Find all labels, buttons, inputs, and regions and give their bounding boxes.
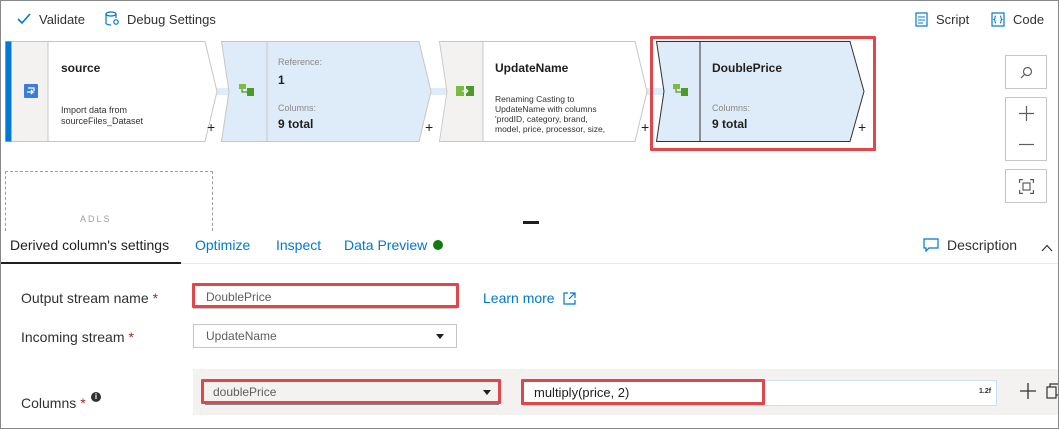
double-price-columns-value: 9 total bbox=[712, 117, 748, 131]
derived-column-icon bbox=[673, 83, 689, 97]
node-update-name[interactable]: UpdateName Renaming Casting to UpdateNam… bbox=[438, 41, 653, 142]
incoming-stream-value: UpdateName bbox=[206, 329, 277, 343]
reference-columns-label: Columns: bbox=[278, 103, 317, 113]
script-label: Script bbox=[936, 11, 970, 27]
node-source-desc-2: sourceFiles_Dataset bbox=[61, 116, 144, 126]
column-name-select[interactable]: doublePrice bbox=[205, 381, 499, 405]
fit-to-screen-button[interactable] bbox=[1005, 169, 1047, 203]
incoming-stream-select[interactable]: UpdateName bbox=[193, 324, 457, 348]
expression-type-badge: 1.2f bbox=[979, 388, 992, 395]
plus-icon bbox=[1018, 106, 1034, 121]
database-settings-icon bbox=[105, 11, 119, 26]
script-button[interactable]: Script bbox=[915, 10, 969, 28]
code-icon bbox=[991, 11, 1005, 27]
debug-settings-button[interactable]: Debug Settings bbox=[105, 10, 216, 28]
output-stream-label-text: Output stream name bbox=[21, 290, 149, 306]
columns-label: Columns * bbox=[21, 395, 86, 411]
script-icon bbox=[915, 11, 928, 27]
select-icon bbox=[456, 84, 474, 98]
zoom-out-button[interactable] bbox=[1006, 129, 1046, 160]
add-transform-button[interactable]: + bbox=[641, 119, 649, 135]
external-link-icon bbox=[562, 291, 576, 305]
node-adls-label: ADLS bbox=[80, 214, 112, 224]
expression-value: multiply(price, 2) bbox=[534, 385, 630, 400]
minus-icon bbox=[1018, 143, 1034, 146]
validate-button[interactable]: Validate bbox=[17, 10, 85, 28]
node-source[interactable]: source Import data from sourceFiles_Data… bbox=[5, 41, 223, 142]
collapse-panel-button[interactable] bbox=[1041, 239, 1053, 257]
node-double-price-title: DoublePrice bbox=[712, 61, 783, 75]
plus-icon bbox=[1020, 383, 1036, 399]
column-name-value: doublePrice bbox=[213, 385, 277, 399]
settings-tabs: Derived column's settings Optimize Inspe… bbox=[1, 224, 1058, 264]
description-label: Description bbox=[947, 237, 1018, 253]
description-button[interactable]: Description bbox=[923, 237, 1017, 253]
checkmark-icon bbox=[17, 13, 31, 25]
toolbar: Validate Debug Settings Script Code bbox=[1, 1, 1058, 37]
node-reference[interactable]: Reference: 1 Columns: 9 total bbox=[220, 41, 443, 142]
validate-label: Validate bbox=[39, 11, 86, 27]
expression-input[interactable]: multiply(price, 2) bbox=[523, 380, 997, 406]
code-button[interactable]: Code bbox=[991, 10, 1044, 28]
required-mark: * bbox=[80, 395, 86, 411]
fit-screen-icon bbox=[1018, 178, 1034, 194]
node-double-price[interactable]: DoublePrice Columns: 9 total bbox=[655, 41, 870, 142]
add-transform-button[interactable]: + bbox=[207, 119, 215, 135]
learn-more-label: Learn more bbox=[483, 290, 555, 306]
comment-icon bbox=[923, 238, 939, 252]
tab-optimize[interactable]: Optimize bbox=[195, 237, 250, 253]
node-update-name-desc-2: UpdateName with columns bbox=[495, 104, 597, 114]
info-icon[interactable]: i bbox=[91, 392, 101, 402]
clone-column-button[interactable] bbox=[1046, 383, 1058, 401]
chevron-up-icon bbox=[1041, 244, 1053, 252]
add-transform-button[interactable]: + bbox=[858, 119, 866, 135]
flow-canvas[interactable]: source Import data from sourceFiles_Data… bbox=[1, 37, 1058, 231]
incoming-stream-label-text: Incoming stream bbox=[21, 329, 125, 345]
caret-down-icon bbox=[483, 390, 491, 395]
node-update-name-desc-3: 'prodID, category, brand, bbox=[495, 114, 588, 124]
node-update-name-desc-4: model, price, processor, size, bbox=[495, 124, 606, 134]
node-source-desc-1: Import data from bbox=[61, 105, 128, 115]
required-mark: * bbox=[128, 329, 134, 345]
data-flow-editor: Validate Debug Settings Script Code sour… bbox=[0, 0, 1059, 429]
node-update-name-title: UpdateName bbox=[495, 61, 569, 75]
incoming-stream-label: Incoming stream * bbox=[21, 329, 134, 345]
zoom-in-button[interactable] bbox=[1006, 98, 1046, 129]
code-label: Code bbox=[1013, 11, 1045, 27]
reference-value: 1 bbox=[278, 73, 285, 87]
data-preview-status-dot bbox=[433, 240, 443, 250]
reference-label: Reference: bbox=[278, 57, 323, 67]
tab-inspect[interactable]: Inspect bbox=[276, 237, 321, 253]
output-stream-label: Output stream name * bbox=[21, 290, 158, 306]
tab-data-preview[interactable]: Data Preview bbox=[344, 237, 427, 253]
source-icon bbox=[23, 83, 39, 98]
output-stream-value: DoublePrice bbox=[206, 290, 272, 304]
node-source-title: source bbox=[61, 61, 101, 75]
node-adls-partial[interactable]: ADLS bbox=[5, 171, 213, 231]
caret-down-icon bbox=[436, 334, 444, 339]
reference-columns-value: 9 total bbox=[278, 117, 314, 131]
columns-label-text: Columns bbox=[21, 395, 77, 411]
active-tab-indicator bbox=[1, 262, 181, 264]
tab-derived-column-settings[interactable]: Derived column's settings bbox=[10, 237, 169, 253]
derived-column-icon bbox=[239, 83, 255, 97]
add-column-button[interactable] bbox=[1020, 383, 1038, 401]
search-button[interactable] bbox=[1005, 55, 1047, 89]
debug-settings-label: Debug Settings bbox=[127, 11, 216, 27]
output-stream-input[interactable]: DoublePrice bbox=[193, 285, 457, 309]
zoom-controls bbox=[1005, 97, 1047, 161]
search-icon bbox=[1020, 66, 1032, 78]
learn-more-link[interactable]: Learn more bbox=[483, 290, 576, 306]
required-mark: * bbox=[152, 290, 159, 306]
node-update-name-desc-1: Renaming Casting to bbox=[495, 94, 575, 104]
copy-icon bbox=[1046, 383, 1058, 399]
double-price-columns-label: Columns: bbox=[712, 103, 751, 113]
add-transform-button[interactable]: + bbox=[425, 119, 433, 135]
